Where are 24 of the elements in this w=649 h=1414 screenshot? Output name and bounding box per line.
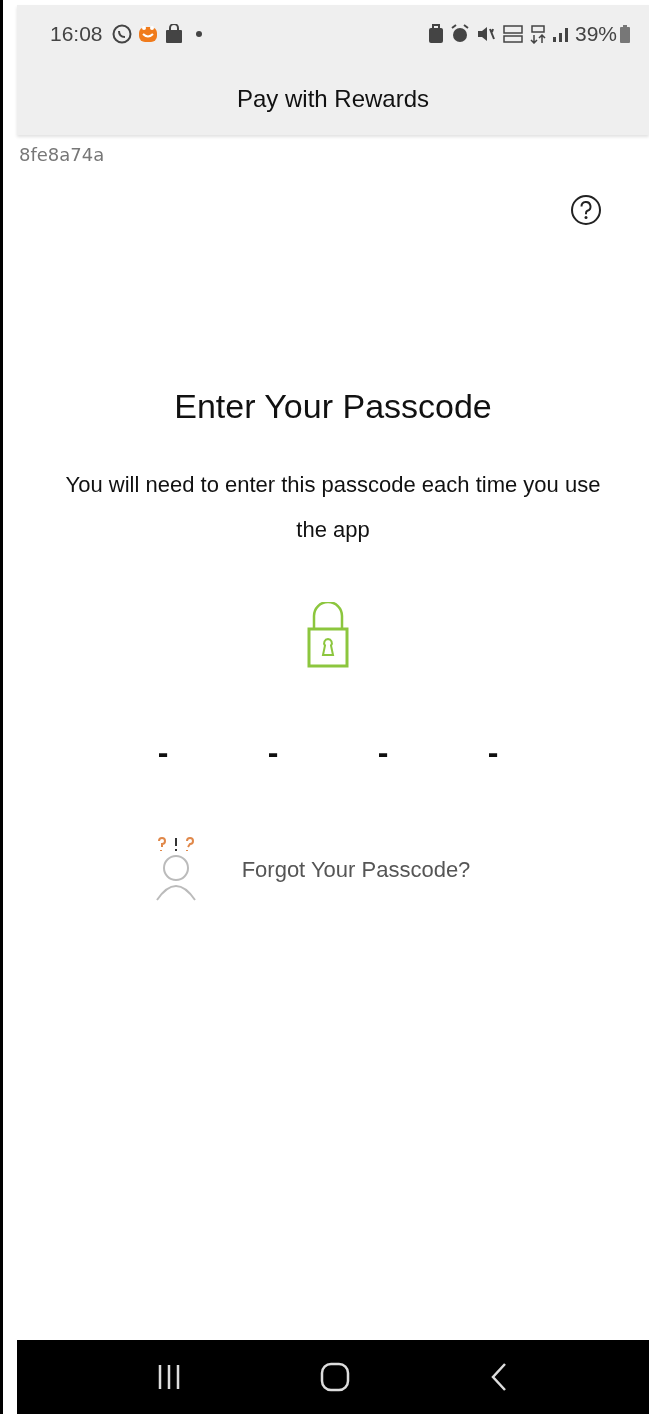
forgot-passcode-link[interactable]: Forgot Your Passcode? [241,852,471,886]
home-icon[interactable] [320,1362,350,1392]
screen-title: Pay with Rewards [236,83,430,114]
passcode-heading: Enter Your Passcode [174,386,492,427]
passcode-instructions: You will need to enter this passcode each time you use the app [64,471,602,544]
battery-icon [619,23,631,44]
padlock-icon [306,602,350,668]
help-icon[interactable] [570,194,602,226]
passcode-digit-slot: - [263,728,283,776]
passcode-digit-slot: - [483,728,503,776]
device-code: 8fe8a74a [19,144,105,165]
passcode-digit-slot: - [153,728,173,776]
status-time: 16:08 [50,20,103,47]
shopping-bag-icon [164,23,183,44]
battery-percentage: 39% [574,20,617,47]
recent-apps-icon[interactable] [156,1363,181,1391]
data-arrows-icon [529,23,546,44]
volte-icon [501,23,524,44]
passcode-digit-slot: - [373,728,393,776]
lock-badge-icon [427,23,444,44]
dot-icon [194,29,203,38]
smile-app-icon [137,23,158,44]
alarm-icon [449,23,470,44]
chat-bubble-icon [110,22,133,45]
